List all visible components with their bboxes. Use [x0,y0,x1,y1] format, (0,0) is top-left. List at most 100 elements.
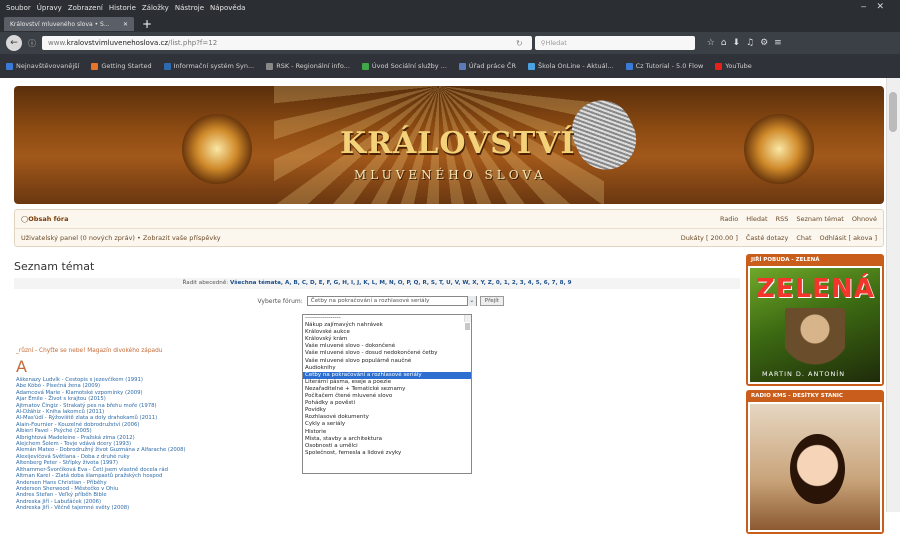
dropdown-option[interactable]: Cykly a seriály [303,421,471,428]
ducats-link[interactable]: Dukáty [ 200.00 ] [681,234,738,242]
promo-box-radio: RADIO KMS - DESÍTKY STANIC [746,390,884,534]
search-input[interactable]: ⚲ Hledat [534,36,695,50]
promo-box-title: JIŘÍ POBUDA - ZELENÁ [751,257,820,263]
dropdown-option[interactable]: Nezařaditelné + Tematické seznamy [303,386,471,393]
rss-link[interactable]: RSS [776,215,789,223]
site-banner[interactable]: KRÁLOVSTVÍ MLUVENÉHO SLOVA [14,86,884,204]
browser-tab[interactable]: Království mluveného slova • S... ✕ [4,17,134,31]
dropdown-option[interactable]: Literární pásma, eseje a poezie [303,379,471,386]
portrait-figure [790,434,845,504]
topic-list-link[interactable]: Seznam témat [796,215,843,223]
dropdown-scroll-thumb[interactable] [465,323,470,331]
new-tab-button[interactable]: + [142,17,152,31]
bookmark-icon [715,62,723,70]
topic-link[interactable]: Alemán Mateo - Dobrodružný život Guzmána… [16,447,186,453]
search-link[interactable]: Hledat [746,215,767,223]
forum-select[interactable]: Četby na pokračování a rozhlasové seriál… [306,296,477,306]
menu-edit[interactable]: Úpravy [37,4,62,12]
menu-file[interactable]: Soubor [6,4,31,12]
bookmarks-bar: Nejnavštěvovanější Getting Started Informa… [0,54,900,78]
right-lamp-image [744,114,814,184]
menu-help[interactable]: Nápověda [210,4,245,12]
bookmark-icon [361,62,369,70]
radio-promo-image[interactable] [748,402,882,532]
bookmark-item[interactable]: RSK - Regionální info... [266,62,350,70]
close-icon[interactable]: ✕ [123,21,128,28]
topic-link[interactable]: Altman Karel - Zlatá doba šlampastů praž… [16,473,186,479]
dropdown-option[interactable]: Audioknihy [303,365,471,372]
home-icon: ◯ [21,215,29,223]
dropdown-option[interactable]: Četby na pokračování a rozhlasové seriál… [303,371,471,379]
announcements-link[interactable]: Ohnové [852,215,877,223]
menu-bookmarks[interactable]: Záložky [142,4,169,12]
cover-title: ZELENÁ [756,274,875,304]
bookmark-icon [625,62,633,70]
main-content: Seznam témat Řadit abecedně: Všechna tém… [14,254,740,512]
dropdown-option[interactable]: Historie [303,429,471,436]
bookmark-label: Úřad práce ČR [468,62,516,70]
faq-link[interactable]: Časté dotazy [746,234,788,242]
bookmark-item[interactable]: Úvod Sociální služby ... [361,62,447,70]
radio-link[interactable]: Radio [720,215,738,223]
misc-topic-link[interactable]: _různí - Chyťte se nebe! Magazín divokéh… [16,348,162,354]
menu-view[interactable]: Zobrazení [68,4,103,12]
bookmark-item[interactable]: Nejnavštěvovanější [6,62,79,70]
bookmark-item[interactable]: YouTube [715,62,752,70]
chat-link[interactable]: Chat [796,234,811,242]
forum-dropdown-list[interactable]: ------------------ Nákup zajímavých nahrá… [302,314,472,474]
bookmark-icon [6,62,13,70]
book-cover-image[interactable]: ZELENÁ MARTIN D. ANTONÍN [748,266,882,384]
alphabet-links[interactable]: Všechna témata, A, B, C, D, E, F, G, H, … [230,280,572,286]
letter-heading: A [16,357,27,376]
bookmark-label: Cz Tutorial - 5.0 Flow [635,62,704,70]
info-icon[interactable]: ⓘ [28,38,36,49]
tab-title: Království mluveného slova • S... [10,20,110,28]
bookmark-item[interactable]: Getting Started [91,62,152,70]
site-logo-subtitle: MLUVENÉHO SLOVA [354,168,547,182]
forum-select-value: Četby na pokračování a rozhlasové seriál… [310,298,430,304]
nav-toolbar: ← ⓘ www. kralovstvimluvenehoslova.cz/list… [0,32,900,54]
dropdown-option[interactable]: Místa, stavby a architektura [303,436,471,443]
forum-select-row: Vyberte fórum: Četby na pokračování a ro… [14,295,740,307]
menu-tools[interactable]: Nástroje [175,4,204,12]
bookmark-icon [163,62,171,70]
topic-link[interactable]: Andreska Jiří - Věčně tajemné světy (200… [16,505,186,511]
alphabet-filter: Řadit abecedně: Všechna témata, A, B, C,… [14,278,740,289]
dropdown-scrollbar[interactable] [464,315,471,331]
bookmark-label: RSK - Regionální info... [276,62,350,70]
cover-figure [785,308,845,378]
go-button[interactable]: Přejít [479,296,504,306]
chevron-down-icon[interactable]: ⌄ [466,296,476,306]
reload-icon[interactable]: ↻ [516,39,523,48]
forum-contents-link[interactable]: Obsah fóra [28,215,68,223]
promo-box-title: RADIO KMS - DESÍTKY STANIC [751,393,843,399]
menu-history[interactable]: Historie [109,4,136,12]
bookmark-item[interactable]: Informační systém Syn... [163,62,254,70]
dropdown-option[interactable]: Společnost, femesla a lidové zvyky [303,450,471,457]
bookmark-item[interactable]: Úřad práce ČR [458,62,516,70]
dropdown-option[interactable]: Osobnosti a umělci [303,443,471,450]
page-scrollbar[interactable] [886,78,900,512]
bookmark-label: Škola OnLine - Aktuál... [538,62,614,70]
bookmark-item[interactable]: Cz Tutorial - 5.0 Flow [625,62,704,70]
page-scroll-thumb[interactable] [889,92,897,132]
toolbar-icons[interactable]: ☆⌂⬇♫⚙≡ [707,38,788,48]
url-path: /list.php?f=12 [168,39,218,47]
logout-link[interactable]: Odhlásit [ akova ] [820,234,877,242]
bookmark-label: Nejnavštěvovanější [16,62,80,70]
topic-list: Aškenazy Ludvík - Cestopis s jezevčíkem … [16,377,186,512]
bookmark-label: Úvod Sociální služby ... [371,62,447,70]
user-panel-link[interactable]: Uživatelský panel (0 nových zpráv) • Zob… [21,234,221,242]
left-lamp-image [182,114,252,184]
dropdown-option[interactable]: Vaše mluvené slovo - dosud nedokončené č… [303,350,471,357]
bookmark-icon [458,62,466,70]
url-bar[interactable]: www. kralovstvimluvenehoslova.cz/list.php… [42,36,532,50]
window-controls[interactable]: ‒✕ [861,2,894,12]
site-logo-title: KRÁLOVSTVÍ [340,126,576,161]
url-domain: kralovstvimluvenehoslova.cz [66,39,169,47]
sidebar: JIŘÍ POBUDA - ZELENÁ ZELENÁ MARTIN D. AN… [746,254,884,534]
back-arrow-icon[interactable]: ← [6,35,22,51]
dropdown-option[interactable]: Pohádky a pověsti [303,400,471,407]
bookmark-item[interactable]: Škola OnLine - Aktuál... [528,62,614,70]
dropdown-option[interactable]: Vaše mluvené slovo populárně naučné [303,358,471,365]
